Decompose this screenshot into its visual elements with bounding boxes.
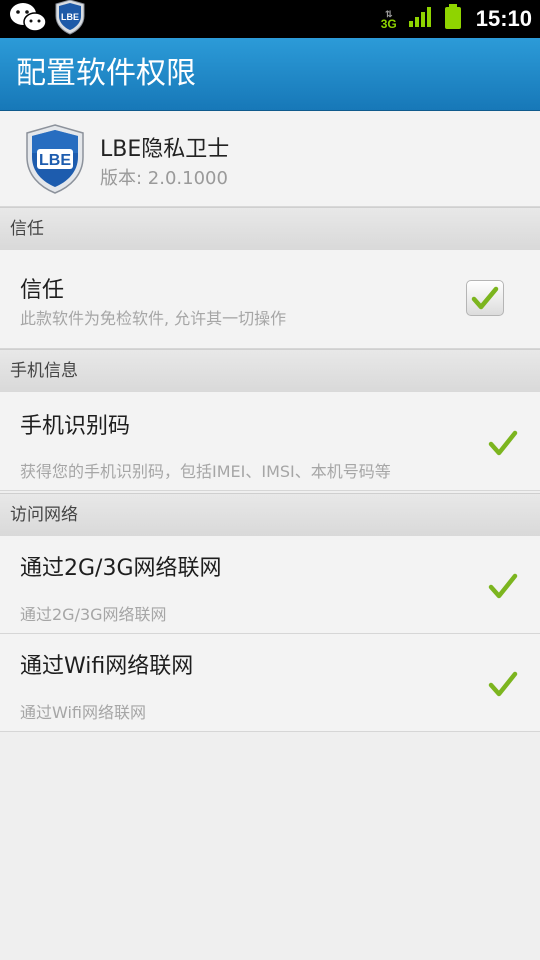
permission-description: 通过2G/3G网络联网 bbox=[20, 605, 167, 624]
app-header: LBE LBE隐私卫士 版本: 2.0.1000 bbox=[0, 111, 540, 207]
page-title: 配置软件权限 bbox=[16, 56, 196, 91]
lbe-shield-icon: LBE bbox=[54, 0, 86, 39]
permission-description: 通过Wifi网络联网 bbox=[20, 703, 146, 722]
permission-title: 手机识别码 bbox=[20, 414, 131, 439]
checkmark-icon bbox=[471, 286, 499, 310]
shield-text: LBE bbox=[61, 12, 79, 22]
permission-title: 通过Wifi网络联网 bbox=[20, 654, 194, 679]
battery-icon bbox=[444, 4, 462, 34]
section-header-label: 手机信息 bbox=[10, 361, 78, 381]
section-header-label: 信任 bbox=[10, 219, 44, 239]
signal-bars-icon bbox=[408, 6, 434, 32]
allow-checkmark-icon[interactable] bbox=[488, 428, 518, 458]
permission-row-wifi[interactable]: 通过Wifi网络联网 通过Wifi网络联网 bbox=[0, 634, 540, 732]
network-type-label: 3G bbox=[380, 17, 397, 31]
section-header-phone-info: 手机信息 bbox=[0, 349, 540, 393]
title-bar: 配置软件权限 bbox=[0, 38, 540, 111]
trust-checkbox[interactable] bbox=[466, 280, 504, 316]
permission-title: 通过2G/3G网络联网 bbox=[20, 556, 222, 581]
app-icon-text: LBE bbox=[39, 152, 71, 169]
app-name: LBE隐私卫士 bbox=[100, 137, 230, 162]
section-header-network: 访问网络 bbox=[0, 493, 540, 537]
3g-data-icon: ⇅ 3G bbox=[380, 9, 397, 31]
section-header-label: 访问网络 bbox=[10, 505, 78, 525]
notification-icons: LBE bbox=[8, 0, 86, 39]
app-version: 版本: 2.0.1000 bbox=[100, 168, 228, 189]
status-bar: LBE ⇅ 3G 15:10 bbox=[0, 0, 540, 38]
permission-row-phone-id[interactable]: 手机识别码 获得您的手机识别码，包括IMEI、IMSI、本机号码等 bbox=[0, 392, 540, 491]
allow-checkmark-icon[interactable] bbox=[488, 669, 518, 699]
section-header-trust: 信任 bbox=[0, 207, 540, 251]
permission-description: 获得您的手机识别码，包括IMEI、IMSI、本机号码等 bbox=[20, 462, 391, 481]
permission-title: 信任 bbox=[20, 278, 65, 303]
clock: 15:10 bbox=[475, 6, 532, 31]
app-icon: LBE bbox=[24, 123, 86, 199]
wechat-icon bbox=[8, 1, 48, 37]
system-icons: ⇅ 3G 15:10 bbox=[380, 0, 532, 38]
permission-description: 此款软件为免检软件, 允许其一切操作 bbox=[20, 309, 287, 328]
permission-row-trust[interactable]: 信任 此款软件为免检软件, 允许其一切操作 bbox=[0, 250, 540, 349]
allow-checkmark-icon[interactable] bbox=[488, 571, 518, 601]
permission-row-mobile-data[interactable]: 通过2G/3G网络联网 通过2G/3G网络联网 bbox=[0, 536, 540, 634]
